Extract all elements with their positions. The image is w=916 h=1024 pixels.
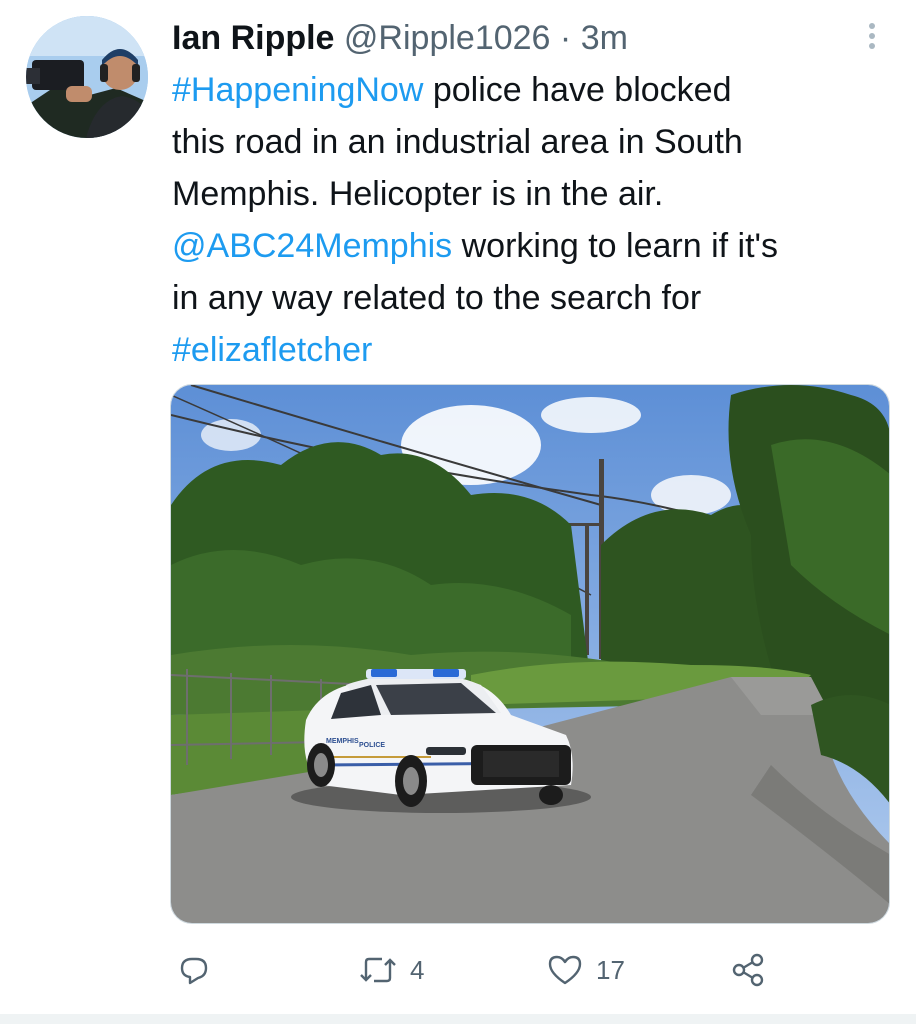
tweet-text-line: #HappeningNow police have blocked xyxy=(172,64,892,116)
retweet-button[interactable]: 4 xyxy=(358,940,424,1000)
heart-icon xyxy=(548,955,582,985)
car-door-text: MEMPHIS xyxy=(326,738,359,745)
car-police-text: POLICE xyxy=(359,742,385,749)
tweet-text-segment: police have blocked xyxy=(423,71,732,109)
separator-dot: · xyxy=(559,19,572,57)
avatar-image xyxy=(26,16,148,138)
tweet-header: Ian Ripple @Ripple1026 · 3m xyxy=(172,14,628,62)
avatar[interactable] xyxy=(26,16,148,138)
tweet-text: #HappeningNow police have blocked this ro… xyxy=(172,64,892,376)
tweet-text-segment: Memphis. Helicopter is in the air. xyxy=(172,175,664,213)
tweet-text-line: Memphis. Helicopter is in the air. xyxy=(172,168,892,220)
like-count: 17 xyxy=(596,954,625,985)
more-options-button[interactable] xyxy=(858,18,886,54)
tweet-text-line: @ABC24Memphis working to learn if it's xyxy=(172,220,892,272)
hashtag-link[interactable]: #elizafletcher xyxy=(172,331,372,369)
author-name[interactable]: Ian Ripple xyxy=(172,19,334,57)
retweet-count: 4 xyxy=(410,954,425,985)
share-icon xyxy=(732,953,764,987)
retweet-icon xyxy=(360,957,396,983)
reply-button[interactable] xyxy=(176,940,224,1000)
tweet-actions: 4 17 xyxy=(0,940,916,1000)
like-button[interactable]: 17 xyxy=(546,940,625,1000)
tweet-text-segment: this road in an industrial area in South xyxy=(172,123,743,161)
tweet-text-segment: in any way related to the search for xyxy=(172,279,702,317)
mention-link[interactable]: @ABC24Memphis xyxy=(172,227,452,265)
share-button[interactable] xyxy=(730,940,778,1000)
tweet[interactable]: Ian Ripple @Ripple1026 · 3m #HappeningNo… xyxy=(0,0,916,1024)
tweet-text-segment: working to learn if it's xyxy=(452,227,779,265)
reply-icon xyxy=(180,957,208,985)
author-handle[interactable]: @Ripple1026 xyxy=(344,19,551,57)
tweet-text-line: this road in an industrial area in South xyxy=(172,116,892,168)
photo-police-car-roadblock: MEMPHIS POLICE xyxy=(171,385,889,923)
more-vertical-icon xyxy=(869,23,875,49)
tweet-text-line: in any way related to the search for xyxy=(172,272,892,324)
hashtag-link[interactable]: #HappeningNow xyxy=(172,71,423,109)
tweet-text-line: #elizafletcher xyxy=(172,324,892,376)
divider xyxy=(0,1014,916,1024)
timestamp[interactable]: 3m xyxy=(581,19,628,57)
tweet-photo[interactable]: MEMPHIS POLICE xyxy=(170,384,890,924)
